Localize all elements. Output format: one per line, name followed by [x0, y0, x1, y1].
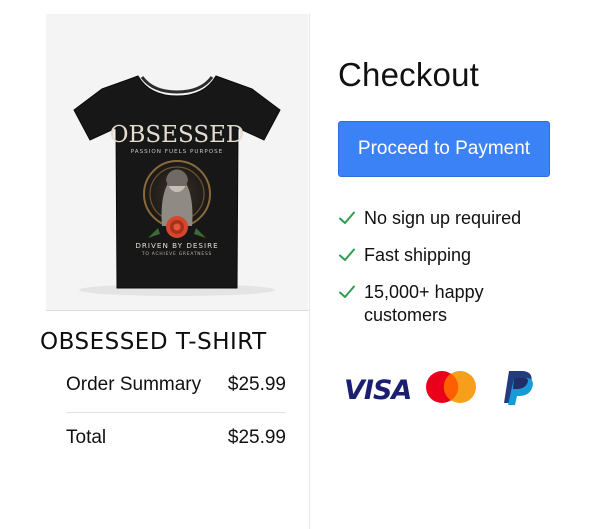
total-row: Total $25.99 — [66, 427, 286, 451]
shirt-headline: OBSESSED — [110, 122, 245, 148]
order-summary-value: $25.99 — [227, 374, 286, 395]
shirt-slogan: DRIVEN BY DESIRE — [135, 241, 218, 250]
svg-text:VISA: VISA — [344, 375, 411, 404]
product-image: OBSESSED PASSION FUELS PURPOSE DRIVEN BY… — [46, 14, 308, 310]
order-summary-label: Order Summary — [66, 374, 202, 395]
feature-label: 15,000+ happy customers — [364, 282, 484, 325]
checkout-title: Checkout — [338, 56, 480, 93]
product-title: OBSESSED T-SHIRT — [40, 329, 267, 355]
shirt-tagline: PASSION FUELS PURPOSE — [131, 149, 223, 155]
feature-label: No sign up required — [364, 208, 522, 228]
feature-item: 15,000+ happy customers — [338, 281, 564, 327]
total-label: Total — [66, 427, 107, 448]
image-divider — [46, 310, 309, 311]
feature-item: Fast shipping — [338, 244, 471, 267]
pane-divider — [309, 14, 310, 529]
total-value: $25.99 — [227, 427, 286, 448]
check-icon — [339, 248, 355, 261]
feature-label: Fast shipping — [364, 245, 472, 265]
mastercard-logo-icon — [426, 371, 476, 403]
proceed-to-payment-button[interactable]: Proceed to Payment — [338, 121, 550, 177]
shirt-subslogan: TO ACHIEVE GREATNESS — [141, 251, 212, 257]
feature-item: No sign up required — [338, 207, 521, 230]
summary-divider — [66, 412, 286, 413]
product-pane: OBSESSED PASSION FUELS PURPOSE DRIVEN BY… — [0, 0, 309, 529]
check-icon — [339, 211, 355, 224]
payment-methods: VISA — [344, 368, 544, 408]
visa-logo-icon: VISA — [344, 375, 412, 404]
check-icon — [339, 285, 355, 298]
paypal-logo-icon — [504, 371, 533, 405]
order-summary-row: Order Summary $25.99 — [66, 374, 286, 398]
